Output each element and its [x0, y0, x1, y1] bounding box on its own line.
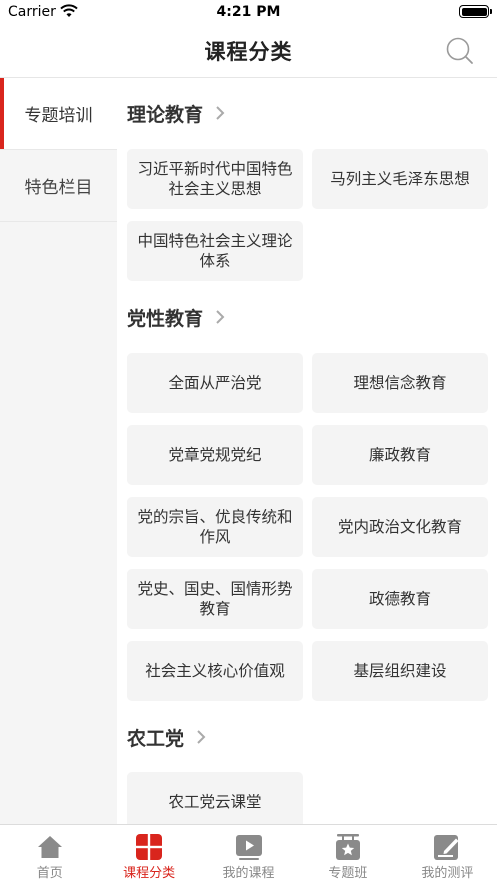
course-tile[interactable]: 基层组织建设 [312, 641, 488, 701]
course-tile[interactable]: 廉政教育 [312, 425, 488, 485]
course-tile[interactable]: 农工党云课堂 [127, 772, 303, 824]
tab-label: 课程分类 [123, 866, 176, 881]
sidebar-item-label: 特色栏目 [24, 178, 93, 198]
page-title: 课程分类 [204, 40, 293, 64]
tab-label: 首页 [36, 866, 63, 881]
section-peasants-workers-party: 农工党 [127, 722, 489, 752]
course-tile[interactable]: 党的宗旨、优良传统和作风 [127, 497, 303, 557]
nav-bar: 课程分类 [0, 26, 497, 78]
section-theory-education: 理论教育 [127, 98, 489, 128]
star-board-icon [335, 834, 360, 860]
category-content: 理论教育 习近平新时代中国特色社会主义思想 马列主义毛泽东思想 中国特色社会主义… [117, 78, 497, 824]
course-tile[interactable]: 中国特色社会主义理论体系 [127, 221, 303, 281]
section-title: 理论教育 [127, 103, 204, 126]
play-icon [235, 835, 262, 860]
battery-icon [459, 5, 492, 18]
tab-label: 专题班 [328, 866, 368, 881]
section-title: 党性教育 [127, 307, 204, 330]
sidebar-item-featured-columns[interactable]: 特色栏目 [0, 150, 117, 222]
chevron-right-icon [216, 310, 225, 324]
course-tile[interactable]: 党内政治文化教育 [312, 497, 488, 557]
status-bar: Carrier 4:21 PM [0, 0, 497, 26]
section-title: 农工党 [127, 727, 185, 750]
chevron-right-icon [197, 730, 206, 744]
tab-course-category[interactable]: 课程分类 [99, 825, 198, 883]
course-tile[interactable]: 习近平新时代中国特色社会主义思想 [127, 149, 303, 209]
section-party-spirit-education: 党性教育 [127, 302, 489, 332]
course-tile[interactable]: 政德教育 [312, 569, 488, 629]
tab-bar: 首页 课程分类 我的课程 专题班 我的测评 [0, 824, 497, 883]
tab-special-class[interactable]: 专题班 [298, 825, 397, 883]
clock: 4:21 PM [216, 4, 281, 20]
course-tile[interactable]: 马列主义毛泽东思想 [312, 149, 488, 209]
category-sidebar: 专题培训 特色栏目 [0, 78, 117, 824]
category-grid-icon [136, 834, 163, 860]
section-header[interactable]: 党性教育 [127, 302, 489, 332]
course-tile[interactable]: 党章党规党纪 [127, 425, 303, 485]
search-icon[interactable] [445, 36, 475, 66]
course-tile[interactable]: 全面从严治党 [127, 353, 303, 413]
edit-icon [434, 835, 459, 860]
tab-label: 我的测评 [421, 866, 474, 881]
chevron-right-icon [216, 106, 225, 120]
section-header[interactable]: 农工党 [127, 722, 489, 752]
course-tile[interactable]: 社会主义核心价值观 [127, 641, 303, 701]
home-icon [37, 836, 62, 858]
tab-home[interactable]: 首页 [0, 825, 99, 883]
section-header[interactable]: 理论教育 [127, 98, 489, 128]
tab-my-courses[interactable]: 我的课程 [199, 825, 298, 883]
course-tile[interactable]: 党史、国史、国情形势教育 [127, 569, 303, 629]
sidebar-item-special-training[interactable]: 专题培训 [0, 78, 117, 150]
course-tile[interactable]: 理想信念教育 [312, 353, 488, 413]
sidebar-item-label: 专题培训 [24, 106, 93, 126]
tab-label: 我的课程 [222, 866, 275, 881]
tab-my-assessment[interactable]: 我的测评 [398, 825, 497, 883]
